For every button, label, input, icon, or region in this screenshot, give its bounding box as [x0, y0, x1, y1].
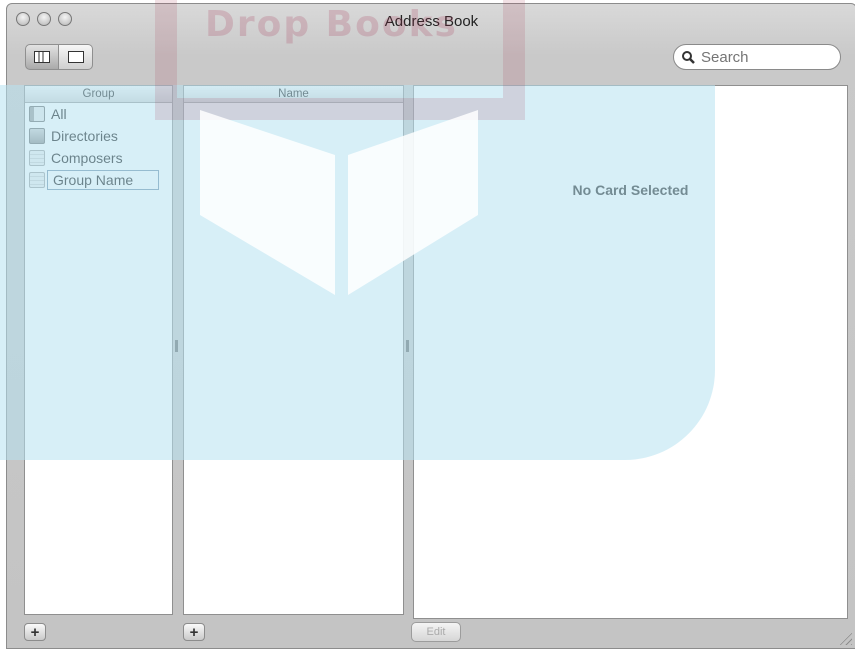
group-item-composers[interactable]: Composers — [25, 147, 172, 169]
address-book-icon — [29, 106, 45, 122]
resize-grip[interactable] — [838, 631, 852, 645]
group-item-label: All — [51, 106, 67, 122]
add-person-button[interactable]: + — [183, 623, 205, 641]
address-book-window: Address Book Group All — [6, 3, 855, 649]
window-title: Address Book — [384, 13, 479, 30]
add-group-button[interactable]: + — [24, 623, 46, 641]
group-icon — [29, 172, 45, 188]
search-input[interactable] — [699, 47, 833, 67]
view-toggle — [25, 44, 93, 70]
plus-icon: + — [189, 623, 199, 641]
name-column-header[interactable]: Name — [184, 86, 403, 103]
group-column-header[interactable]: Group — [25, 86, 172, 103]
search-icon — [682, 50, 695, 64]
card-and-columns-view-icon — [34, 51, 50, 63]
column-splitter[interactable] — [406, 340, 409, 352]
group-name-edit-field[interactable]: Group Name — [47, 170, 159, 190]
card-and-columns-view-button[interactable] — [25, 44, 59, 70]
directories-icon — [29, 128, 45, 144]
title-bar: Address Book — [7, 4, 855, 38]
card-only-view-icon — [67, 51, 84, 63]
plus-icon: + — [30, 623, 40, 641]
search-field[interactable] — [673, 44, 841, 70]
group-item-label: Composers — [51, 150, 123, 166]
group-item-all[interactable]: All — [25, 103, 172, 125]
column-splitter[interactable] — [175, 340, 178, 352]
no-card-selected-label: No Card Selected — [572, 182, 689, 198]
group-item-label: Directories — [51, 128, 118, 144]
group-column: Group All Directories Composers Group Na… — [24, 85, 173, 615]
card-only-view-button[interactable] — [59, 44, 93, 70]
group-icon — [29, 150, 45, 166]
card-pane: No Card Selected — [413, 85, 848, 619]
edit-button[interactable]: Edit — [411, 622, 461, 642]
name-column: Name — [183, 85, 404, 615]
group-item-new[interactable]: Group Name — [25, 169, 172, 191]
group-item-directories[interactable]: Directories — [25, 125, 172, 147]
